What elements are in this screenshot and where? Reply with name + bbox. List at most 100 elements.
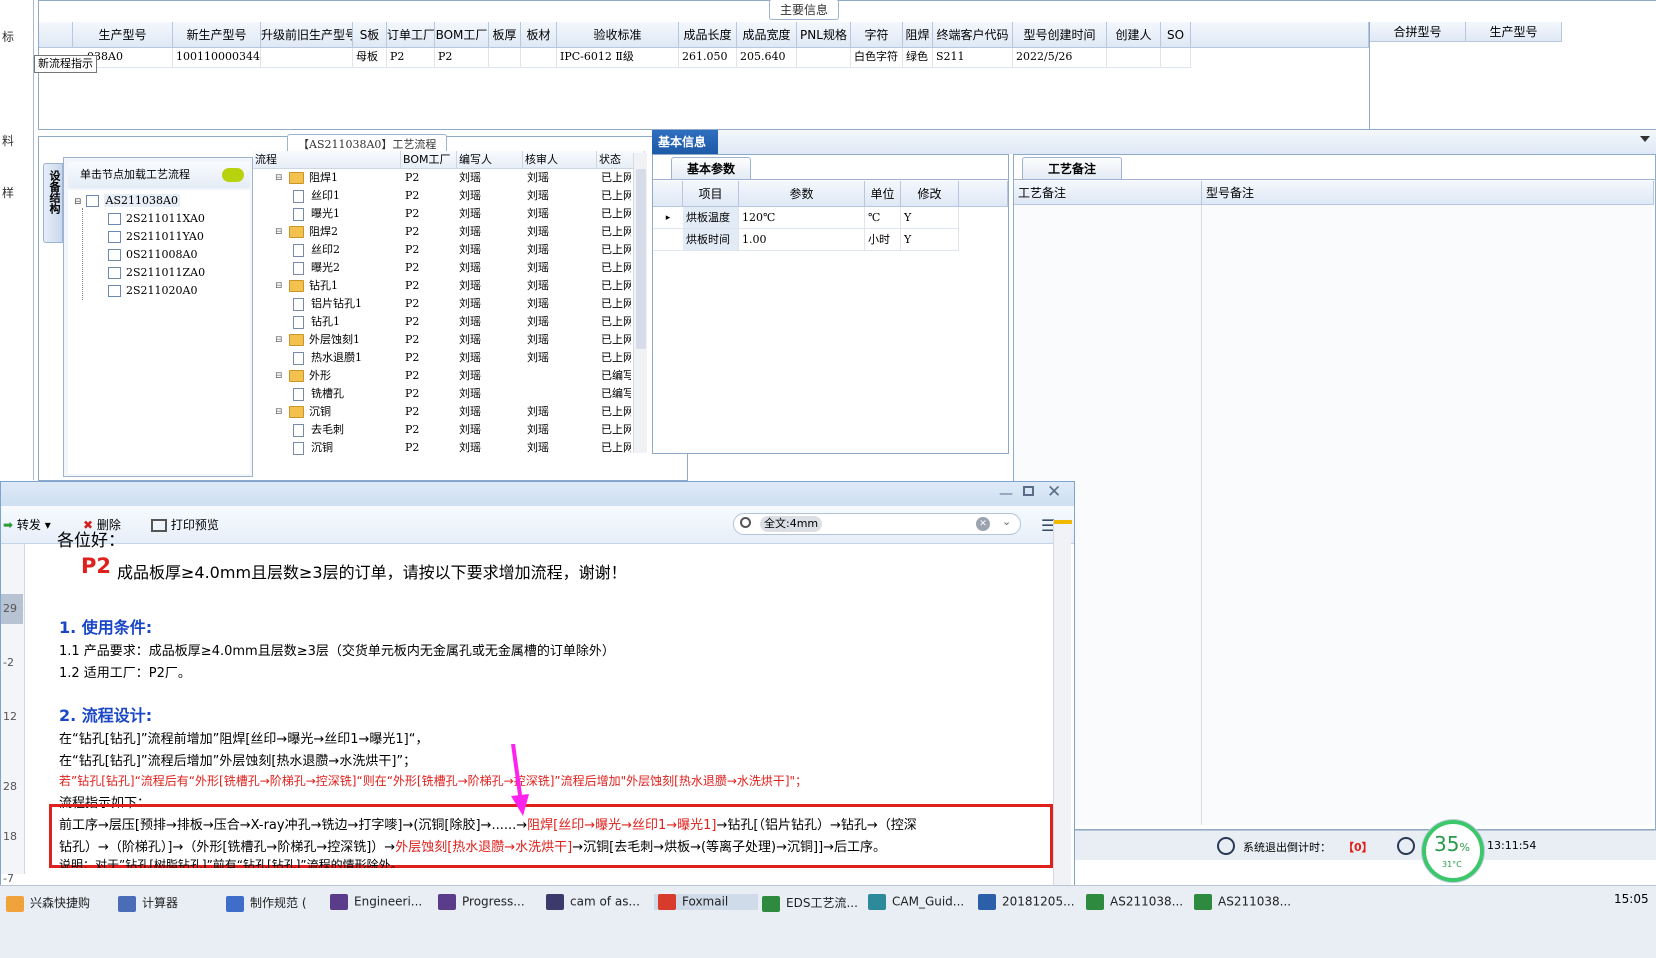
flow-row[interactable]: 铝片钻孔1 P2 刘瑶 刘瑶 已上网 (253, 295, 645, 313)
close-icon[interactable]: ✕ (1047, 482, 1061, 502)
flow-row[interactable]: 钻孔1 P2 刘瑶 刘瑶 已上网 (253, 313, 645, 331)
taskbar-item[interactable]: EDS工艺流... (762, 894, 866, 912)
grid-cell[interactable]: 10011000034476 (173, 48, 261, 68)
flow-column-header[interactable]: 编写人 (457, 151, 523, 169)
param-cell[interactable]: 1.00 (739, 229, 865, 251)
model-remark-area[interactable] (1202, 205, 1654, 825)
flow-row[interactable]: 曝光1 P2 刘瑶 刘瑶 已上网 (253, 205, 645, 223)
tree-root[interactable]: ⊟ AS211038A0 (74, 194, 180, 207)
tree-checkbox[interactable] (108, 213, 121, 225)
expand-icon[interactable]: ⊟ (275, 169, 283, 187)
flow-scrollbar[interactable] (633, 153, 647, 453)
process-remark-header[interactable]: 工艺备注 (1014, 181, 1202, 205)
flow-column-header[interactable]: BOM工厂 (401, 151, 457, 169)
column-header[interactable]: 升级前旧生产型号 (261, 22, 353, 48)
chevron-down-icon[interactable] (1640, 136, 1650, 142)
tree-checkbox[interactable] (108, 249, 121, 261)
grid-cell[interactable]: 白色字符 (851, 48, 903, 68)
taskbar-item[interactable]: Progress... (438, 894, 542, 910)
flow-row[interactable]: 沉铜 P2 刘瑶 刘瑶 已上网 (253, 439, 645, 457)
grid-cell[interactable]: 205.640 (737, 48, 797, 68)
flow-row[interactable]: 丝印2 P2 刘瑶 刘瑶 已上网 (253, 241, 645, 259)
speech-bubble-icon[interactable] (222, 168, 244, 182)
param-cell[interactable]: 烘板时间 (683, 229, 739, 251)
minimize-icon[interactable]: — (999, 486, 1013, 502)
expand-icon[interactable]: ⊟ (275, 277, 283, 295)
left-strip-item[interactable]: 样 (2, 184, 14, 201)
taskbar-item[interactable]: CAM_Guid... (868, 894, 972, 910)
flow-row[interactable]: ⊟ 外层蚀刻1 P2 刘瑶 刘瑶 已上网 (253, 331, 645, 349)
expand-icon[interactable]: ⊟ (275, 367, 283, 385)
device-structure-tab[interactable]: 设备结构 (43, 163, 63, 243)
sidebar-number[interactable]: 18 (1, 822, 23, 852)
column-header[interactable]: 阻焊 (903, 22, 933, 48)
mail-scrollbar[interactable] (1053, 520, 1072, 920)
flow-row[interactable]: 热水退臜1 P2 刘瑶 刘瑶 已上网 (253, 349, 645, 367)
expand-icon[interactable]: ⊟ (275, 223, 283, 241)
column-header[interactable]: S板 (353, 22, 387, 48)
grid-cell[interactable]: IPC-6012 Ⅱ级 (557, 48, 679, 68)
flow-row[interactable]: ⊟ 外形 P2 刘瑶 已编写 (253, 367, 645, 385)
column-header[interactable]: 板厚 (489, 22, 521, 48)
column-header[interactable]: SO (1161, 22, 1191, 48)
flow-row[interactable]: ⊟ 阻焊1 P2 刘瑶 刘瑶 已上网 (253, 169, 645, 187)
taskbar-item[interactable]: cam of as... (546, 894, 650, 910)
column-header[interactable]: 创建人 (1107, 22, 1161, 48)
grid-cell[interactable]: 261.050 (679, 48, 737, 68)
column-header[interactable]: 型号创建时间 (1013, 22, 1107, 48)
remarks-tab[interactable]: 工艺备注 (1022, 157, 1122, 179)
flow-row[interactable]: ⊟ 阻焊2 P2 刘瑶 刘瑶 已上网 (253, 223, 645, 241)
basic-info-title[interactable]: 基本信息 (652, 130, 718, 154)
column-header[interactable]: PNL规格 (797, 22, 851, 48)
left-strip-item[interactable]: 标 (2, 28, 14, 45)
tree-item[interactable]: 2S211011XA0 (108, 212, 205, 225)
sidebar-number[interactable]: 29 (1, 594, 23, 624)
column-header[interactable]: 终端客户代码 (933, 22, 1013, 48)
column-header[interactable]: 字符 (851, 22, 903, 48)
param-column-header[interactable]: 修改 (901, 181, 959, 207)
model-remark-header[interactable]: 型号备注 (1202, 181, 1654, 205)
sidebar-number[interactable]: 12 (1, 702, 23, 732)
column-header[interactable]: 生产型号 (73, 22, 173, 48)
grid-cell[interactable] (489, 48, 521, 68)
taskbar-item[interactable]: 20181205... (978, 894, 1082, 910)
taskbar-item[interactable]: Foxmail (654, 894, 758, 910)
flow-row[interactable]: 丝印1 P2 刘瑶 刘瑶 已上网 (253, 187, 645, 205)
flow-column-header[interactable]: 核审人 (523, 151, 597, 169)
param-cell[interactable]: 120℃ (739, 207, 865, 229)
flow-row[interactable]: 铣槽孔 P2 刘瑶 已编写 (253, 385, 645, 403)
grid-cell[interactable] (1107, 48, 1161, 68)
maximize-icon[interactable] (1023, 486, 1034, 496)
grid-cell[interactable] (1161, 48, 1191, 68)
param-cell[interactable]: 烘板温度 (683, 207, 739, 229)
taskbar-item[interactable]: 计算器 (118, 894, 222, 912)
param-cell[interactable]: 小时 (865, 229, 901, 251)
param-cell[interactable]: Y (901, 229, 959, 251)
column-header[interactable]: 验收标准 (557, 22, 679, 48)
grid-cell[interactable]: P2 (435, 48, 489, 68)
column-header[interactable]: 成品长度 (679, 22, 737, 48)
scroll-thumb[interactable] (636, 169, 646, 349)
tree-checkbox[interactable] (85, 195, 99, 207)
grid-cell[interactable]: 2022/5/26 (1013, 48, 1107, 68)
grid-cell[interactable]: S211 (933, 48, 1013, 68)
flow-row[interactable]: ⊟ 钻孔1 P2 刘瑶 刘瑶 已上网 (253, 277, 645, 295)
forward-button[interactable]: ➡ 转发 ▾ (3, 516, 51, 533)
column-header[interactable]: 新生产型号 (173, 22, 261, 48)
tree-checkbox[interactable] (108, 231, 121, 243)
tree-item[interactable]: 2S211011ZA0 (108, 266, 205, 279)
column-header[interactable]: BOM工厂 (435, 22, 489, 48)
taskbar-item[interactable]: AS211038... (1086, 894, 1190, 910)
param-cell[interactable]: ℃ (865, 207, 901, 229)
merge-model-header[interactable]: 合拼型号 (1370, 22, 1466, 42)
flow-row[interactable]: ⊟ 沉铜 P2 刘瑶 刘瑶 已上网 (253, 403, 645, 421)
expand-icon[interactable]: ⊟ (275, 403, 283, 421)
tree-checkbox[interactable] (108, 267, 121, 279)
expand-icon[interactable]: ⊟ (275, 331, 283, 349)
flow-row[interactable]: 曝光2 P2 刘瑶 刘瑶 已上网 (253, 259, 645, 277)
production-model-header[interactable]: 生产型号 (1466, 22, 1562, 42)
column-header[interactable]: 订单工厂 (387, 22, 435, 48)
grid-cell[interactable]: 母板 (353, 48, 387, 68)
param-column-header[interactable]: 参数 (739, 181, 865, 207)
param-column-header[interactable]: 项目 (683, 181, 739, 207)
